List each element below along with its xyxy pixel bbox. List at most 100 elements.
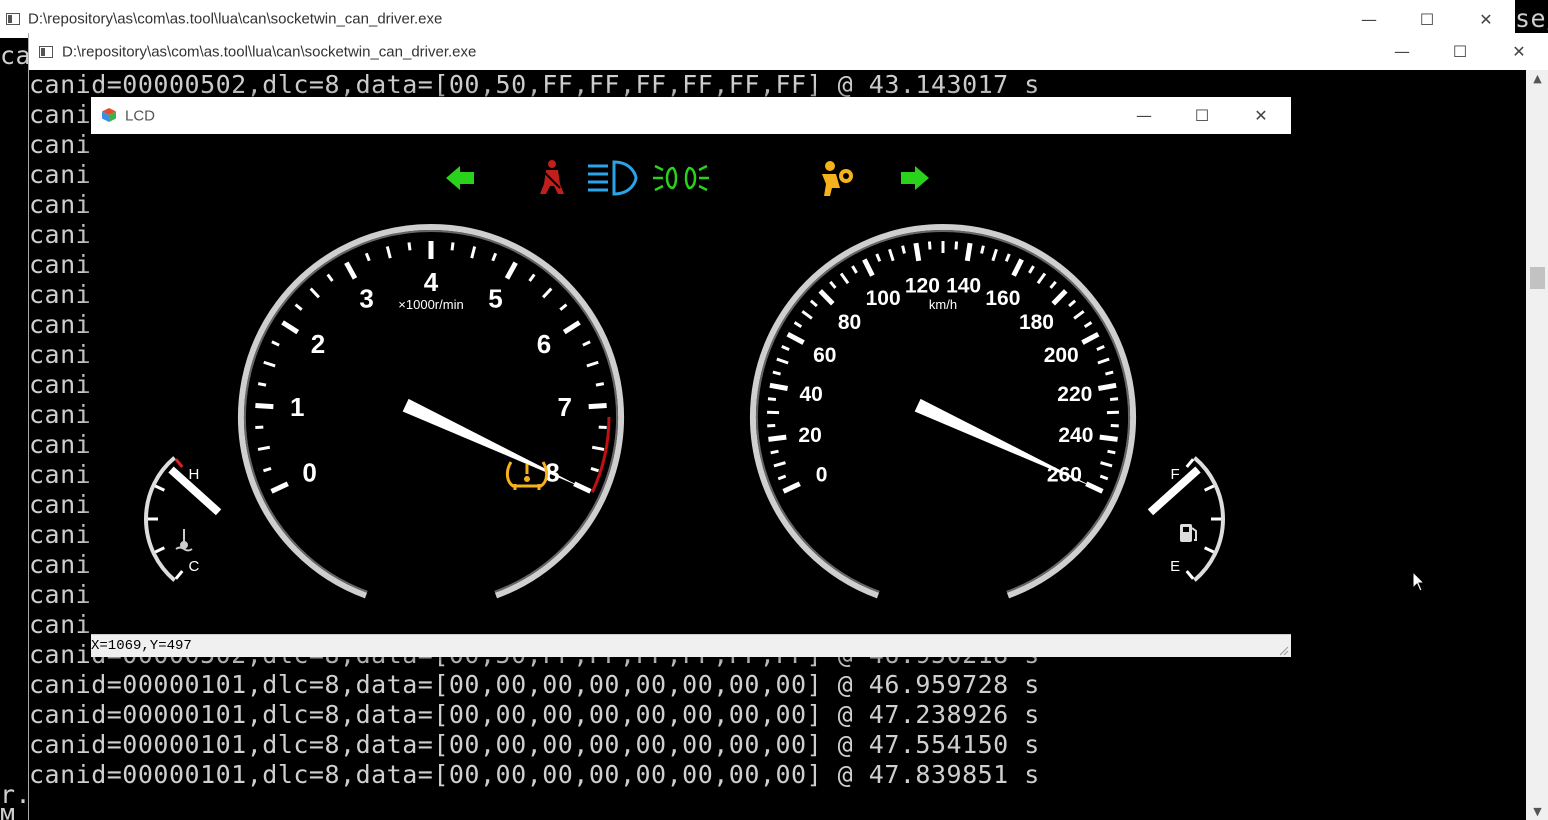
gauge-tick bbox=[801, 310, 813, 320]
gauge-tick bbox=[1049, 280, 1057, 289]
back-console-left-text-3: M bbox=[0, 803, 16, 820]
gauge-tick bbox=[257, 382, 267, 387]
gauge-tick bbox=[767, 397, 777, 402]
resize-grip-icon[interactable] bbox=[1279, 645, 1289, 656]
lcd-close-button[interactable]: ✕ bbox=[1238, 97, 1284, 134]
gauge-needle bbox=[402, 398, 584, 488]
lcd-window-titlebar[interactable]: LCD — ☐ ✕ bbox=[91, 97, 1291, 134]
side-gauge-bottom-label: E bbox=[1170, 558, 1180, 575]
fuel-pump-icon bbox=[1180, 524, 1197, 542]
gauge-tick bbox=[255, 402, 274, 410]
gauge-tick bbox=[839, 272, 850, 285]
gauge-tick bbox=[1068, 299, 1077, 308]
gauge-tick bbox=[770, 449, 779, 455]
side-gauge-tick bbox=[154, 484, 166, 492]
console-window-title: D:\repository\as\com\as.tool\lua\can\soc… bbox=[62, 43, 477, 60]
gauge-tick bbox=[559, 303, 568, 311]
console-app-icon bbox=[6, 13, 20, 25]
gauge-tick bbox=[491, 252, 498, 262]
gauge-tick bbox=[450, 242, 455, 251]
gauge-tick bbox=[1109, 397, 1119, 402]
gauge-label: 2 bbox=[311, 329, 325, 359]
lcd-status-bar: X=1069,Y=497 bbox=[91, 634, 1291, 657]
gauge-tick bbox=[772, 370, 781, 376]
console-close-button[interactable]: ✕ bbox=[1496, 33, 1542, 70]
gauge-label: 6 bbox=[537, 329, 551, 359]
gauge-label: 220 bbox=[1057, 383, 1092, 406]
scroll-up-arrow-icon[interactable]: ▲ bbox=[1526, 72, 1548, 85]
gauge-label: 60 bbox=[813, 344, 836, 367]
gauge-label: 240 bbox=[1058, 424, 1093, 447]
gauge-tick bbox=[595, 382, 605, 387]
gauge-tick bbox=[901, 245, 906, 254]
scrollbar-thumb[interactable] bbox=[1530, 267, 1545, 289]
tire-pressure-icon bbox=[505, 461, 549, 490]
console-minimize-button[interactable]: — bbox=[1379, 33, 1425, 70]
coolant-temperature-gauge: HC bbox=[144, 456, 222, 582]
side-gauge-tick bbox=[1203, 484, 1215, 492]
lcd-minimize-button[interactable]: — bbox=[1121, 97, 1167, 134]
gauge-tick bbox=[818, 289, 835, 306]
gauge-tick bbox=[407, 242, 412, 251]
back-console-right-text: se/ bbox=[1515, 4, 1548, 33]
coolant-temperature-icon bbox=[175, 529, 193, 552]
gauge-label: 7 bbox=[557, 392, 571, 422]
gauge-tick bbox=[281, 320, 300, 335]
gauge-tick bbox=[263, 360, 276, 368]
gauge-tick bbox=[504, 261, 518, 280]
gauge-label: 40 bbox=[800, 383, 823, 406]
gauge-tick bbox=[591, 445, 605, 451]
parking-light-icon bbox=[653, 164, 709, 192]
gauge-tick bbox=[588, 402, 607, 410]
console-line: canid=00000101,dlc=8,data=[00,00,00,00,0… bbox=[29, 730, 1040, 759]
dashboard-canvas: 012345678×1000r/min 02040608010012014016… bbox=[144, 160, 1225, 599]
gauge-tick bbox=[1097, 382, 1117, 391]
turn-left-icon bbox=[446, 166, 474, 190]
console-window-titlebar[interactable]: D:\repository\as\com\as.tool\lua\can\soc… bbox=[29, 33, 1548, 70]
gauge-tick bbox=[862, 258, 875, 277]
gauge-tick bbox=[326, 273, 334, 282]
gauge-label: 80 bbox=[838, 311, 861, 334]
gauge-tick bbox=[385, 246, 392, 259]
high-beam-icon bbox=[588, 160, 638, 196]
gauge-label: 180 bbox=[1019, 311, 1054, 334]
gauge-tick bbox=[851, 265, 858, 274]
gauge-tick bbox=[294, 303, 303, 311]
gauge-tick bbox=[888, 248, 895, 262]
gauge-tick bbox=[875, 253, 882, 262]
gauge-label: 200 bbox=[1044, 344, 1079, 367]
gauge-tick bbox=[1083, 321, 1093, 328]
gauge-tick bbox=[913, 242, 922, 262]
console-line: canid=00000101,dlc=8,data=[00,00,00,00,0… bbox=[29, 760, 1040, 789]
gauge-label: 1 bbox=[290, 392, 304, 422]
gauge-tick bbox=[1051, 289, 1068, 306]
gauge-tick bbox=[1073, 310, 1085, 320]
gauge-tick bbox=[927, 241, 932, 250]
console-line: canid=00000502,dlc=8,data=[00,50,FF,FF,F… bbox=[29, 70, 1040, 99]
side-gauge-top-label: H bbox=[188, 466, 199, 483]
gauge-tick bbox=[271, 340, 280, 347]
mouse-coordinates-readout: X=1069,Y=497 bbox=[91, 638, 192, 654]
gauge-tick bbox=[964, 242, 973, 262]
gauge-tick bbox=[781, 345, 790, 351]
gauge-tick bbox=[470, 246, 477, 259]
tachometer-gauge: 012345678×1000r/min bbox=[238, 224, 624, 599]
console-line: canid=00000101,dlc=8,data=[00,00,00,00,0… bbox=[29, 670, 1040, 699]
lcd-maximize-button[interactable]: ☐ bbox=[1179, 97, 1225, 134]
gauge-tick bbox=[344, 261, 358, 280]
scroll-down-arrow-icon[interactable]: ▼ bbox=[1526, 805, 1548, 818]
side-gauge-tick bbox=[1185, 570, 1195, 580]
lcd-window-title: LCD bbox=[125, 107, 156, 124]
gauge-label: 160 bbox=[985, 287, 1020, 310]
gauge-label: 3 bbox=[359, 284, 373, 314]
gauge-tick bbox=[1011, 258, 1024, 277]
seatbelt-icon bbox=[540, 160, 564, 194]
gauge-tick bbox=[1100, 461, 1113, 468]
dashboard-display[interactable]: 012345678×1000r/min 02040608010012014016… bbox=[91, 134, 1291, 634]
console-scrollbar[interactable]: ▲ ▼ bbox=[1526, 70, 1548, 820]
gauge-label: 0 bbox=[302, 458, 316, 488]
gauge-tick bbox=[1099, 434, 1118, 442]
gauge-tick bbox=[809, 299, 818, 308]
side-gauge-top-label: F bbox=[1171, 466, 1180, 483]
console-maximize-button[interactable]: ☐ bbox=[1437, 33, 1483, 70]
